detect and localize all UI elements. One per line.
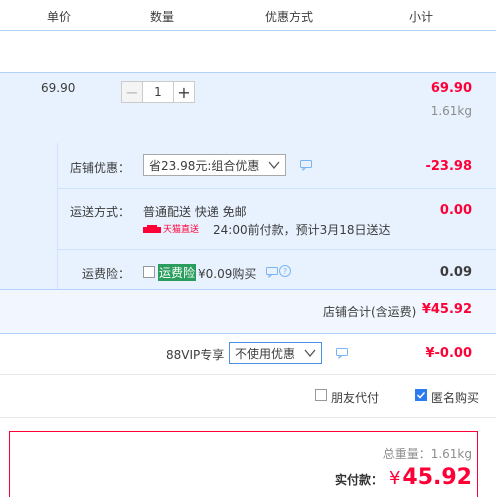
chevron-down-icon [304, 349, 316, 358]
check-icon [416, 391, 426, 399]
shop-discount-label: 店铺优惠： [70, 161, 131, 175]
divider [57, 143, 58, 289]
friend-pay-label[interactable]: 朋友代付 [331, 389, 379, 406]
delivery-note: 24:00前付款，预计3月18日送达 [213, 223, 391, 237]
help-icon[interactable]: ? [279, 265, 291, 277]
insurance-checkbox[interactable] [143, 266, 155, 278]
header-quantity: 数量 [150, 10, 175, 24]
header-unit-price: 单价 [47, 10, 72, 24]
divider [0, 374, 496, 375]
insurance-name: 运费险 [158, 264, 197, 281]
pay-currency: ¥ [388, 468, 401, 489]
decrease-button[interactable]: − [121, 81, 143, 103]
tmall-direct-label: 天猫直送 [163, 225, 200, 235]
divider [57, 249, 496, 250]
tmall-logo-icon [143, 224, 161, 233]
insurance-amount: 0.09 [439, 265, 472, 280]
item-weight: 1.61kg [430, 104, 472, 118]
item-subtotal: 69.90 [430, 81, 472, 96]
pay-amount-row: 实付款： ¥ 45.92 [335, 465, 472, 490]
shipping-label: 运送方式： [70, 205, 131, 219]
quantity-stepper[interactable]: − 1 + [121, 81, 195, 103]
insurance-price: ¥0.09购买 [198, 267, 257, 281]
vip-discount-select[interactable]: 不使用优惠 [229, 342, 322, 364]
anonymous-label[interactable]: 匿名购买 [431, 389, 479, 406]
shop-total-amount: ¥45.92 [421, 302, 472, 317]
vip-discount-select-value: 不使用优惠 [235, 346, 296, 361]
divider [57, 188, 496, 189]
message-icon[interactable] [336, 348, 348, 359]
header-subtotal: 小计 [409, 10, 434, 24]
svg-text:?: ? [283, 267, 287, 276]
increase-button[interactable]: + [173, 81, 195, 103]
item-unit-price: 69.90 [41, 81, 76, 95]
insurance-label: 运费险： [82, 267, 131, 281]
shop-discount-select[interactable]: 省23.98元:组合优惠 [143, 154, 286, 176]
shop-discount-amount: -23.98 [425, 159, 472, 174]
shop-total-label: 店铺合计(含运费) [323, 305, 417, 319]
anonymous-checkbox[interactable] [415, 389, 427, 401]
total-weight: 总重量：1.61kg [382, 447, 472, 461]
quantity-input[interactable]: 1 [143, 81, 173, 103]
shop-discount-select-value: 省23.98元:组合优惠 [149, 158, 260, 173]
shipping-amount: 0.00 [439, 203, 472, 218]
tmall-direct-badge: 天猫直送 [143, 222, 199, 235]
message-icon[interactable] [300, 160, 312, 171]
message-icon[interactable] [266, 267, 278, 278]
friend-pay-checkbox[interactable] [315, 389, 327, 401]
pay-amount: 45.92 [402, 465, 472, 490]
chevron-down-icon [268, 161, 280, 170]
shipping-method: 普通配送 快递 免邮 [143, 205, 247, 219]
pay-label: 实付款： [334, 473, 383, 487]
table-header: 单价 数量 优惠方式 小计 [0, 0, 496, 31]
vip-amount: ¥-0.00 [425, 346, 472, 361]
header-discount-method: 优惠方式 [265, 10, 314, 24]
divider [0, 417, 496, 418]
vip-label: 88VIP专享 [166, 348, 225, 362]
